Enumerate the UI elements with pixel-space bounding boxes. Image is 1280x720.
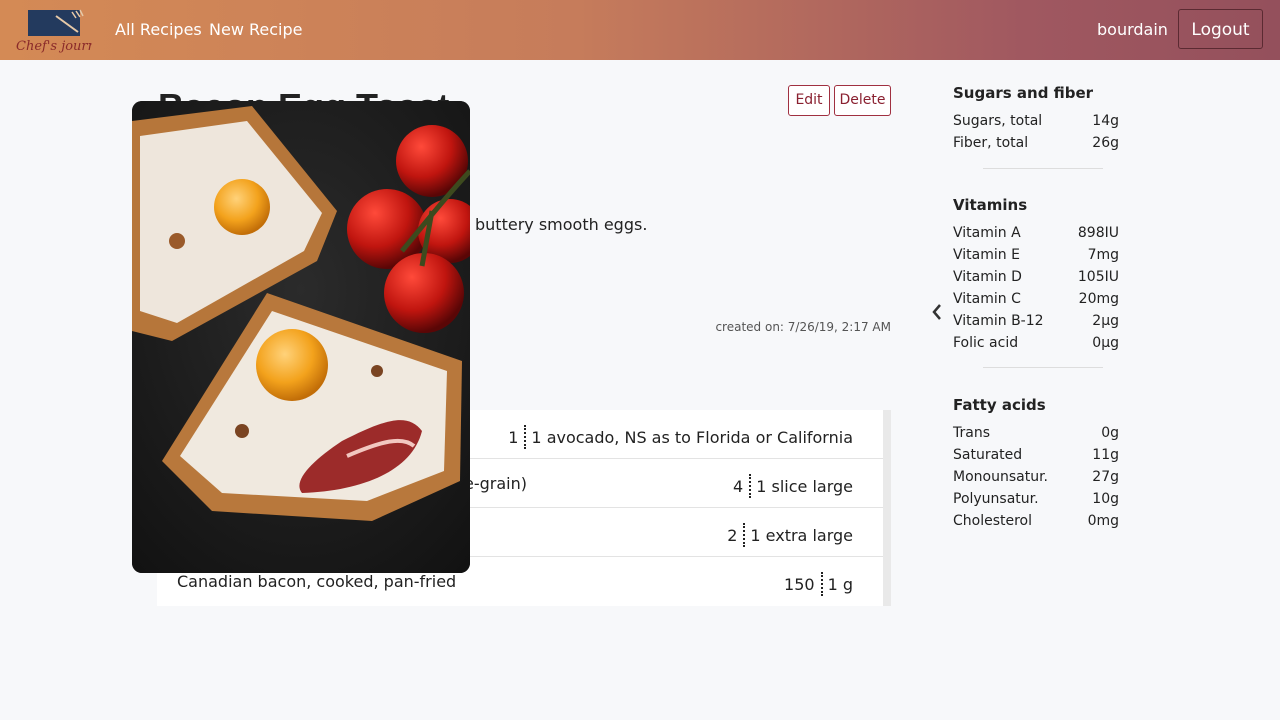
nutrient-label: Trans <box>953 425 990 441</box>
nav-all-recipes[interactable]: All Recipes <box>115 20 202 39</box>
ingredient-amount: 2 1 extra large <box>727 523 853 547</box>
recipe-photo <box>132 101 470 573</box>
nutrient-value: 105IU <box>1077 269 1119 285</box>
ingredient-name: e-grain) <box>464 474 527 493</box>
ingredient-qty: 150 <box>784 574 815 594</box>
user-name[interactable]: bourdain <box>1097 20 1168 39</box>
sugars-title: Sugars and fiber <box>953 84 1094 102</box>
nutrient-value: 14g <box>1092 113 1119 129</box>
divider <box>983 367 1103 368</box>
nutrient-value: 0mg <box>1087 513 1119 529</box>
separator <box>749 474 752 498</box>
fatty-acids-title: Fatty acids <box>953 396 1046 414</box>
nutrient-value: 2µg <box>1092 313 1119 329</box>
chef-journal-logo[interactable]: Chef's journal <box>16 8 108 56</box>
ingredient-unit: 1 slice large <box>756 476 853 496</box>
created-date: created on: 7/26/19, 2:17 AM <box>715 320 891 334</box>
separator <box>524 425 527 449</box>
nutrient-label: Vitamin D <box>953 269 1022 285</box>
recipe-description: buttery smooth eggs. <box>475 215 648 234</box>
nutrient-value: 26g <box>1092 135 1119 151</box>
logo-text: Chef's journal <box>16 39 92 54</box>
ingredient-amount: 150 1 g <box>784 572 853 596</box>
separator <box>820 572 823 596</box>
ingredient-amount: 4 1 slice large <box>733 474 853 498</box>
ingredient-amount: 1 1 avocado, NS as to Florida or Califor… <box>508 425 853 449</box>
nutrient-label: Vitamin C <box>953 291 1021 307</box>
logout-button[interactable]: Logout <box>1178 9 1263 49</box>
nutrient-label: Cholesterol <box>953 513 1033 529</box>
ingredient-unit: 1 g <box>827 574 853 594</box>
delete-button[interactable]: Delete <box>834 85 891 116</box>
nutrient-label: Monounsatur. <box>953 469 1048 485</box>
nutrient-value: 0µg <box>1092 335 1119 351</box>
divider <box>983 168 1103 169</box>
nutrient-value: 20mg <box>1078 291 1119 307</box>
nutrient-value: 10g <box>1092 491 1119 507</box>
nutrient-label: Sugars, total <box>953 113 1043 129</box>
separator <box>743 523 746 547</box>
nav-new-recipe[interactable]: New Recipe <box>209 20 302 39</box>
nutrient-value: 27g <box>1092 469 1119 485</box>
nutrient-value: 0g <box>1101 425 1119 441</box>
table-scrollbar[interactable] <box>883 410 891 606</box>
chevron-left-icon[interactable] <box>930 303 944 321</box>
nutrient-value: 11g <box>1092 447 1119 463</box>
ingredient-qty: 1 <box>508 427 519 447</box>
ingredient-name: Canadian bacon, cooked, pan-fried <box>177 572 457 591</box>
ingredient-qty: 2 <box>727 525 738 545</box>
ingredient-unit: 1 extra large <box>750 525 853 545</box>
navbar: Chef's journal All Recipes New Recipe bo… <box>0 0 1280 60</box>
nutrient-label: Folic acid <box>953 335 1019 351</box>
nutrient-label: Polyunsatur. <box>953 491 1039 507</box>
nutrient-value: 7mg <box>1087 247 1119 263</box>
nutrient-label: Vitamin A <box>953 225 1021 241</box>
nutrient-label: Vitamin E <box>953 247 1020 263</box>
vitamins-title: Vitamins <box>953 196 1028 214</box>
nutrient-value: 898IU <box>1077 225 1119 241</box>
ingredient-unit: 1 avocado, NS as to Florida or Californi… <box>531 427 853 447</box>
nutrient-label: Fiber, total <box>953 135 1029 151</box>
nutrient-label: Saturated <box>953 447 1023 463</box>
edit-button[interactable]: Edit <box>788 85 830 116</box>
ingredient-qty: 4 <box>733 476 744 496</box>
nutrient-label: Vitamin B-12 <box>953 313 1044 329</box>
